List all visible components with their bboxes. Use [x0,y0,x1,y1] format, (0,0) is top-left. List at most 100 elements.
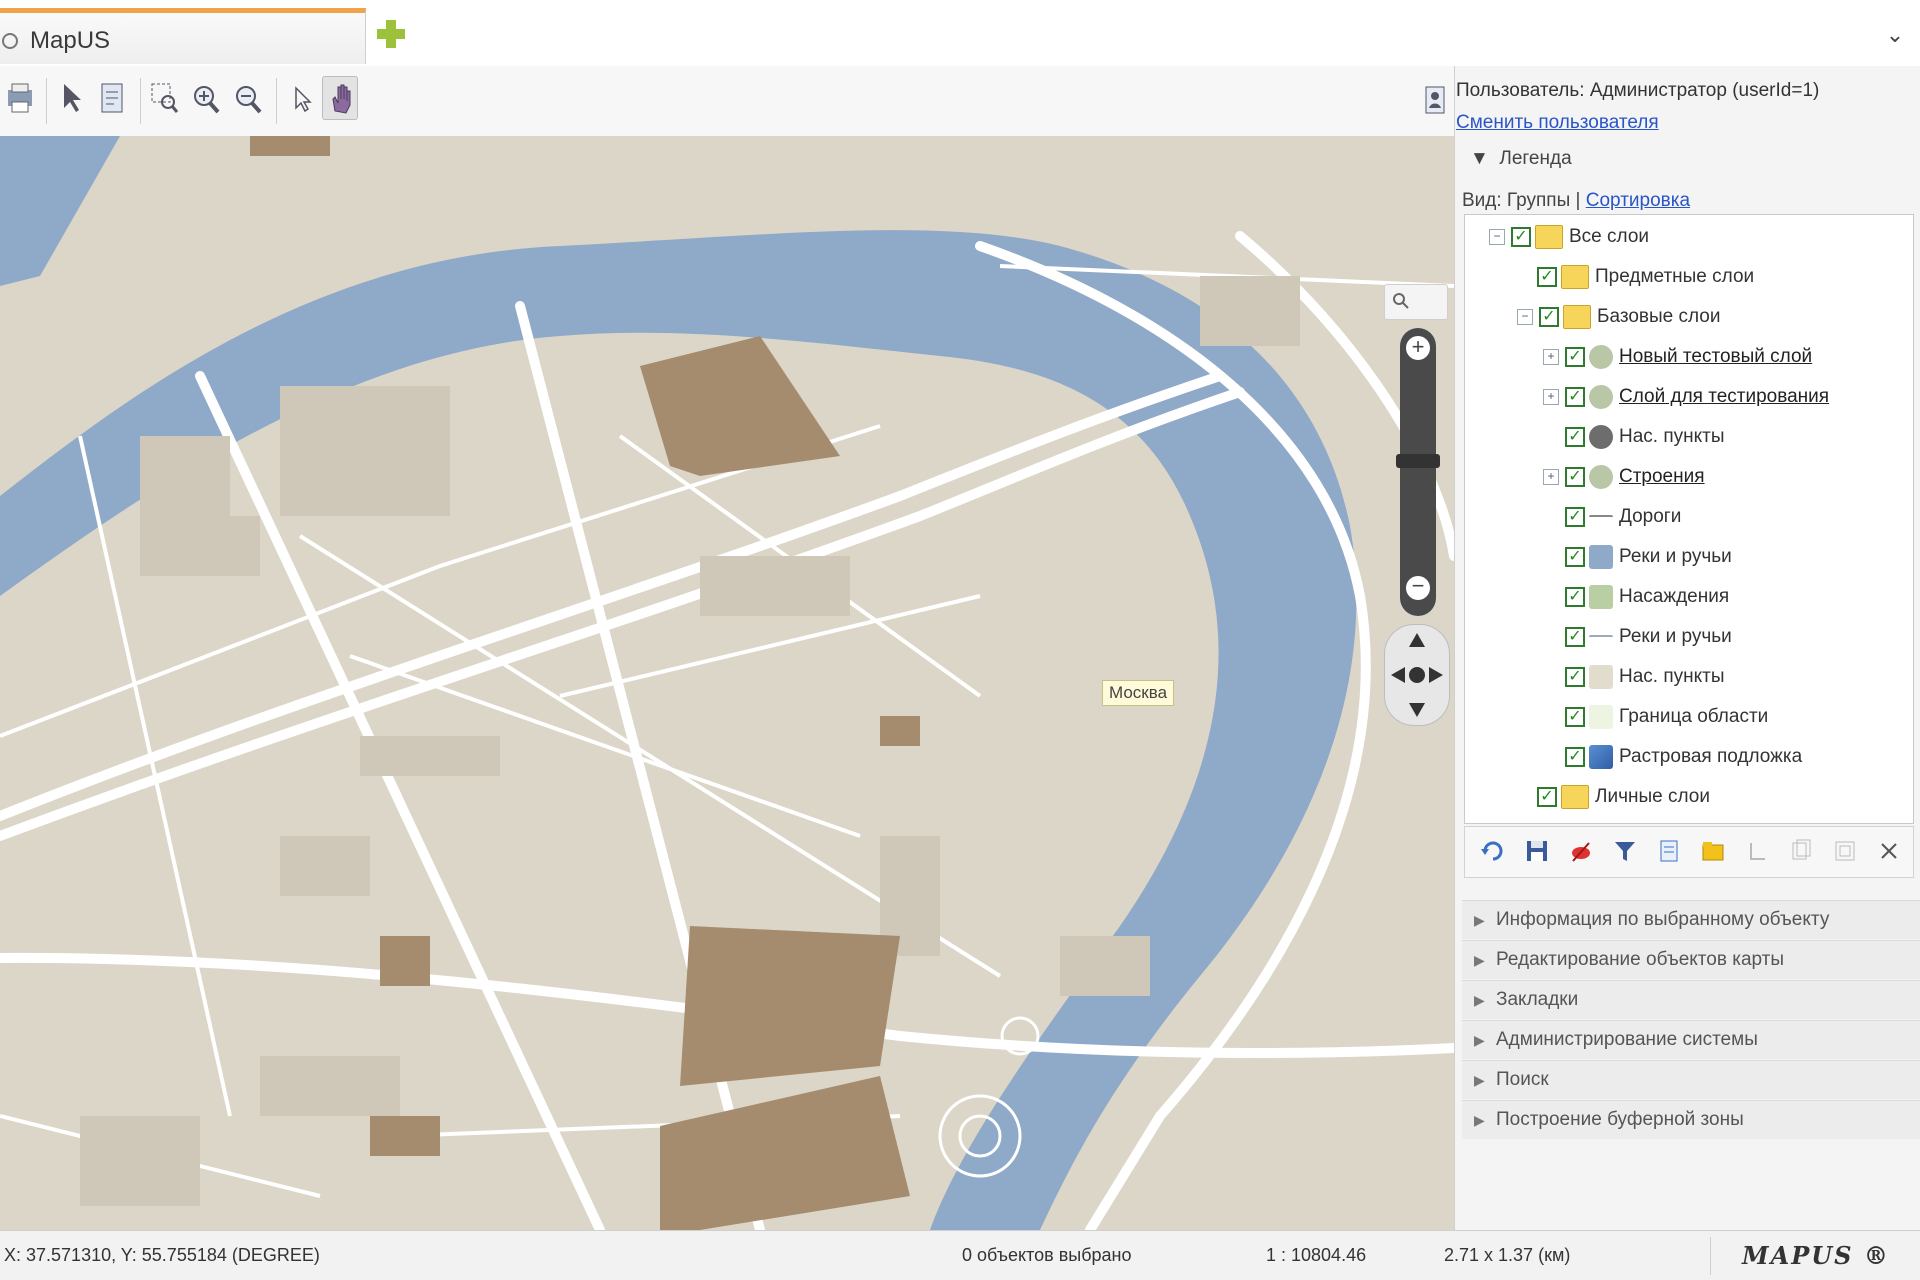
expand-triangle-icon: ▶ [1474,991,1485,1008]
tree-node[interactable]: + ✓ Слой для тестирования [1543,381,1829,413]
pan-button[interactable] [322,76,358,120]
print-icon [8,83,32,113]
tree-node[interactable]: ✓ Нас. пункты [1565,661,1725,693]
new-folder-icon [1702,842,1724,861]
expand-triangle-icon: ▶ [1474,911,1485,928]
expand-toggle-icon[interactable]: + [1543,469,1559,485]
tree-node[interactable]: ✓ Растровая подложка [1565,741,1802,773]
accordion-object-info[interactable]: ▶ Информация по выбранному объекту [1462,900,1920,939]
accordion-buffer-zone[interactable]: ▶ Построение буферной зоны [1462,1100,1920,1139]
tree-node[interactable]: − ✓ Базовые слои [1517,301,1720,333]
checkbox[interactable]: ✓ [1565,707,1585,727]
new-tab-button[interactable] [374,14,408,54]
map-canvas[interactable]: Москва + − [0,136,1454,1230]
layer-tree: − ✓ Все слои ✓ Предметные слои − ✓ Базов… [1464,214,1914,824]
zoom-out-button[interactable] [230,76,266,120]
legend-title: Легенда [1499,148,1572,169]
layer-group-icon [1589,345,1613,369]
change-user-link[interactable]: Сменить пользователя [1456,112,1659,134]
refresh-button[interactable] [1479,837,1507,865]
zoom-out-icon [236,86,262,114]
refresh-icon [1481,841,1503,861]
export-layer-button[interactable] [1831,837,1859,865]
zoom-plus-icon[interactable]: + [1406,336,1430,360]
checkbox[interactable]: ✓ [1565,587,1585,607]
tree-node[interactable]: + ✓ Новый тестовый слой [1543,341,1812,373]
sort-link[interactable]: Сортировка [1586,190,1690,211]
zoom-search-box[interactable] [1384,284,1448,320]
accordion-administration[interactable]: ▶ Администрирование системы [1462,1020,1920,1059]
pan-control[interactable] [1384,624,1450,726]
expand-toggle-icon[interactable]: + [1543,349,1559,365]
move-button[interactable] [1743,837,1771,865]
tree-node[interactable]: ✓ Насаждения [1565,581,1729,613]
expand-triangle-icon: ▶ [1474,1031,1485,1048]
zoom-rectangle-button[interactable] [146,76,182,120]
tabs-menu-chevron-icon[interactable]: ⌄ [1880,22,1910,48]
zoom-slider-handle[interactable] [1396,454,1440,468]
status-bar: X: 37.571310, Y: 55.755184 (DEGREE) 0 об… [0,1230,1920,1280]
identify-button[interactable] [52,76,88,120]
checkbox[interactable]: ✓ [1565,747,1585,767]
checkbox[interactable]: ✓ [1565,667,1585,687]
checkbox[interactable]: ✓ [1565,427,1585,447]
tree-node[interactable]: ✓ Нас. пункты [1565,421,1725,453]
folder-icon [1535,225,1563,249]
delete-layer-button[interactable] [1567,837,1595,865]
tab-mapus[interactable]: MapUS [0,8,366,64]
checkbox[interactable]: ✓ [1565,627,1585,647]
checkbox[interactable]: ✓ [1565,507,1585,527]
pan-arrows-icon [1391,633,1443,717]
new-folder-button[interactable] [1699,837,1727,865]
view-mode-label: Вид: Группы [1462,190,1571,211]
zoom-in-button[interactable] [188,76,224,120]
filter-button[interactable] [1611,837,1639,865]
raster-icon [1589,745,1613,769]
checkbox[interactable]: ✓ [1511,227,1531,247]
print-button[interactable] [2,76,38,120]
tree-node[interactable]: − ✓ Все слои [1489,221,1649,253]
checkbox[interactable]: ✓ [1539,307,1559,327]
green-polygon-icon [1589,585,1613,609]
magnifier-icon [1393,293,1409,309]
line-layer-icon [1589,635,1613,639]
checkbox[interactable]: ✓ [1537,787,1557,807]
copy-button[interactable] [1787,837,1815,865]
checkbox[interactable]: ✓ [1565,547,1585,567]
tree-node[interactable]: ✓ Предметные слои [1537,261,1754,293]
expand-triangle-icon: ▶ [1474,951,1485,968]
collapse-toggle-icon[interactable]: − [1517,309,1533,325]
copy-icon [1792,839,1811,860]
zoom-minus-icon[interactable]: − [1406,575,1430,600]
properties-icon [1660,840,1678,862]
tree-node[interactable]: ✓ Дороги [1565,501,1681,533]
accordion-bookmarks[interactable]: ▶ Закладки [1462,980,1920,1019]
select-arrow-icon [295,86,312,113]
logout-icon[interactable] [1423,84,1449,116]
properties-button[interactable] [1655,837,1683,865]
line-layer-icon [1589,515,1613,519]
tree-node[interactable]: ✓ Граница области [1565,701,1768,733]
save-button[interactable] [1523,837,1551,865]
checkbox[interactable]: ✓ [1565,467,1585,487]
expand-toggle-icon[interactable]: + [1543,389,1559,405]
export-button[interactable] [94,76,130,120]
hand-pan-icon [332,84,351,114]
expand-triangle-icon: ▶ [1474,1071,1485,1088]
accordion-edit-objects[interactable]: ▶ Редактирование объектов карты [1462,940,1920,979]
select-button[interactable] [282,76,318,120]
filter-icon [1615,842,1635,861]
legend-header[interactable]: ▼ Легенда [1470,148,1572,170]
checkbox[interactable]: ✓ [1565,387,1585,407]
tree-node[interactable]: + ✓ Строения [1543,461,1705,493]
folder-icon [1563,305,1591,329]
tree-node[interactable]: ✓ Реки и ручьи [1565,541,1732,573]
collapse-toggle-icon[interactable]: − [1489,229,1505,245]
checkbox[interactable]: ✓ [1537,267,1557,287]
close-button[interactable] [1875,837,1903,865]
tree-node[interactable]: ✓ Реки и ручьи [1565,621,1732,653]
checkbox[interactable]: ✓ [1565,347,1585,367]
add-tab-icon [377,20,405,48]
accordion-search[interactable]: ▶ Поиск [1462,1060,1920,1099]
tree-node[interactable]: ✓ Личные слои [1537,781,1710,813]
